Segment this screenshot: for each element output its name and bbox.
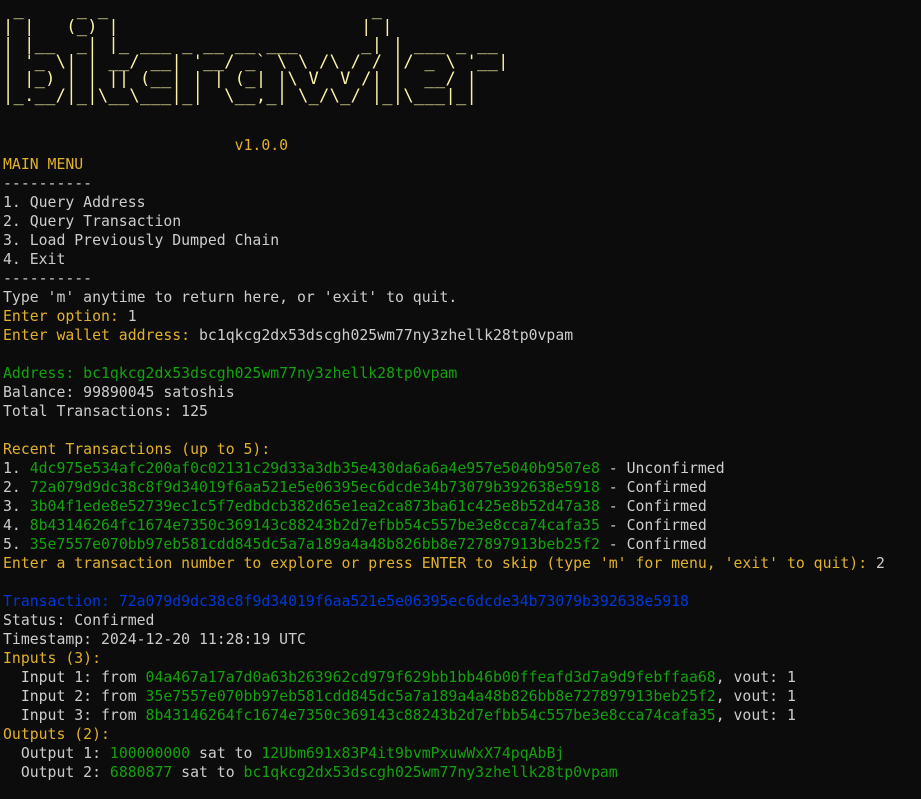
transaction-header-hash: 72a079d9dc38c8f9d34019f6aa521e5e06395ec6… <box>118 592 689 610</box>
transaction-timestamp-line: Timestamp: 2024-12-20 11:28:19 UTC <box>3 630 306 648</box>
output-prefix: Output 2: <box>3 763 110 781</box>
option-input-value: 1 <box>127 307 137 325</box>
list-item-number: 5. <box>3 535 30 553</box>
balance-line: Balance: 99890045 satoshis <box>3 383 235 401</box>
input-row: Input 2: from 35e7557e070bb97eb581cdd845… <box>3 687 921 706</box>
wallet-prompt-label: Enter wallet address: <box>3 326 199 344</box>
banner-line: |_.__/|_|\__\___|_| \__,_| \_/\_/ |_|\__… <box>3 86 478 107</box>
list-item-number: 4. <box>3 516 30 534</box>
transaction-status: - Confirmed <box>599 516 707 534</box>
input-prefix: Input 2: from <box>3 687 146 705</box>
list-item: 2. 72a079d9dc38c8f9d34019f6aa521e5e06395… <box>3 478 921 497</box>
outputs-title: Outputs (2): <box>3 725 110 743</box>
menu-hint: Type 'm' anytime to return here, or 'exi… <box>3 288 458 306</box>
option-prompt-line: Enter option: 1 <box>3 307 921 326</box>
list-item: 4. 8b43146264fc1674e7350c369143c88243b2d… <box>3 516 921 535</box>
output-amount: 100000000 <box>109 744 191 762</box>
input-vout: , vout: 1 <box>715 687 796 705</box>
output-address: 12Ubm691x83P4it9bvmPxuwWxX74pqAbBj <box>261 744 565 762</box>
menu-item-load-chain: 3. Load Previously Dumped Chain <box>3 231 280 249</box>
menu-separator: ---------- <box>3 174 93 192</box>
option-prompt-label: Enter option: <box>3 307 128 325</box>
transaction-hash: 8b43146264fc1674e7350c369143c88243b2d7ef… <box>29 516 600 534</box>
transaction-label: Transaction: <box>3 592 119 610</box>
transaction-header: Transaction: 72a079d9dc38c8f9d34019f6aa5… <box>3 592 921 611</box>
output-prefix: Output 1: <box>3 744 110 762</box>
input-vout: , vout: 1 <box>715 706 796 724</box>
output-address: bc1qkcg2dx53dscgh025wm77ny3zhellk28tp0vp… <box>243 763 618 781</box>
transaction-status: - Confirmed <box>599 478 707 496</box>
menu-title: MAIN MENU <box>3 155 84 173</box>
menu-item-query-transaction: 2. Query Transaction <box>3 212 182 230</box>
total-transactions-line: Total Transactions: 125 <box>3 402 208 420</box>
explore-input-value: 2 <box>876 554 885 572</box>
input-hash: 35e7557e070bb97eb581cdd845dc5a7a189a4a48… <box>145 687 716 705</box>
list-item-number: 1. <box>3 459 30 477</box>
list-item: 3. 3b04f1ede8e52739ec1c5f7edbdcb382d65e1… <box>3 497 921 516</box>
transaction-hash: 35e7557e070bb97eb581cdd845dc5a7a189a4a48… <box>29 535 600 553</box>
input-hash: 04a467a17a7d0a63b263962cd979f629bb1bb46b… <box>145 668 716 686</box>
transaction-status: - Unconfirmed <box>599 459 725 477</box>
menu-item-query-address: 1. Query Address <box>3 193 146 211</box>
list-item-number: 3. <box>3 497 30 515</box>
input-prefix: Input 3: from <box>3 706 146 724</box>
inputs-title: Inputs (3): <box>3 649 101 667</box>
output-row: Output 2: 6880877 sat to bc1qkcg2dx53dsc… <box>3 763 921 782</box>
input-row: Input 1: from 04a467a17a7d0a63b263962cd9… <box>3 668 921 687</box>
ascii-banner: _ _ _ _ | | (_) | | | | |__ _| |_ ___ _ … <box>3 0 921 106</box>
explore-prompt-label: Enter a transaction number to explore or… <box>3 554 877 572</box>
explore-prompt-line: Enter a transaction number to explore or… <box>3 554 921 573</box>
input-hash: 8b43146264fc1674e7350c369143c88243b2d7ef… <box>145 706 716 724</box>
wallet-input-value: bc1qkcg2dx53dscgh025wm77ny3zhellk28tp0vp… <box>199 326 574 344</box>
input-vout: , vout: 1 <box>715 668 796 686</box>
list-item: 5. 35e7557e070bb97eb581cdd845dc5a7a189a4… <box>3 535 921 554</box>
recent-transactions-title: Recent Transactions (up to 5): <box>3 440 271 458</box>
output-mid: sat to <box>190 744 262 762</box>
transaction-status: - Confirmed <box>599 535 707 553</box>
output-mid: sat to <box>172 763 244 781</box>
menu-separator-bottom: ---------- <box>3 269 93 287</box>
output-amount: 6880877 <box>109 763 173 781</box>
list-item-number: 2. <box>3 478 30 496</box>
input-row: Input 3: from 8b43146264fc1674e7350c3691… <box>3 706 921 725</box>
wallet-prompt-line: Enter wallet address: bc1qkcg2dx53dscgh0… <box>3 326 921 345</box>
output-row: Output 1: 100000000 sat to 12Ubm691x83P4… <box>3 744 921 763</box>
transaction-status: - Confirmed <box>599 497 707 515</box>
input-prefix: Input 1: from <box>3 668 146 686</box>
transaction-hash: 3b04f1ede8e52739ec1c5f7edbdcb382d65e1ea2… <box>29 497 600 515</box>
terminal-window[interactable]: _ _ _ _ | | (_) | | | | |__ _| |_ ___ _ … <box>0 0 921 799</box>
list-item: 1. 4dc975e534afc200af0c02131c29d33a3db35… <box>3 459 921 478</box>
transaction-hash: 72a079d9dc38c8f9d34019f6aa521e5e06395ec6… <box>29 478 600 496</box>
version-text: v1.0.0 <box>3 136 289 154</box>
menu-item-exit: 4. Exit <box>3 250 66 268</box>
transaction-status-line: Status: Confirmed <box>3 611 155 629</box>
transaction-hash: 4dc975e534afc200af0c02131c29d33a3db35e43… <box>29 459 600 477</box>
address-line: Address: bc1qkcg2dx53dscgh025wm77ny3zhel… <box>3 364 458 382</box>
